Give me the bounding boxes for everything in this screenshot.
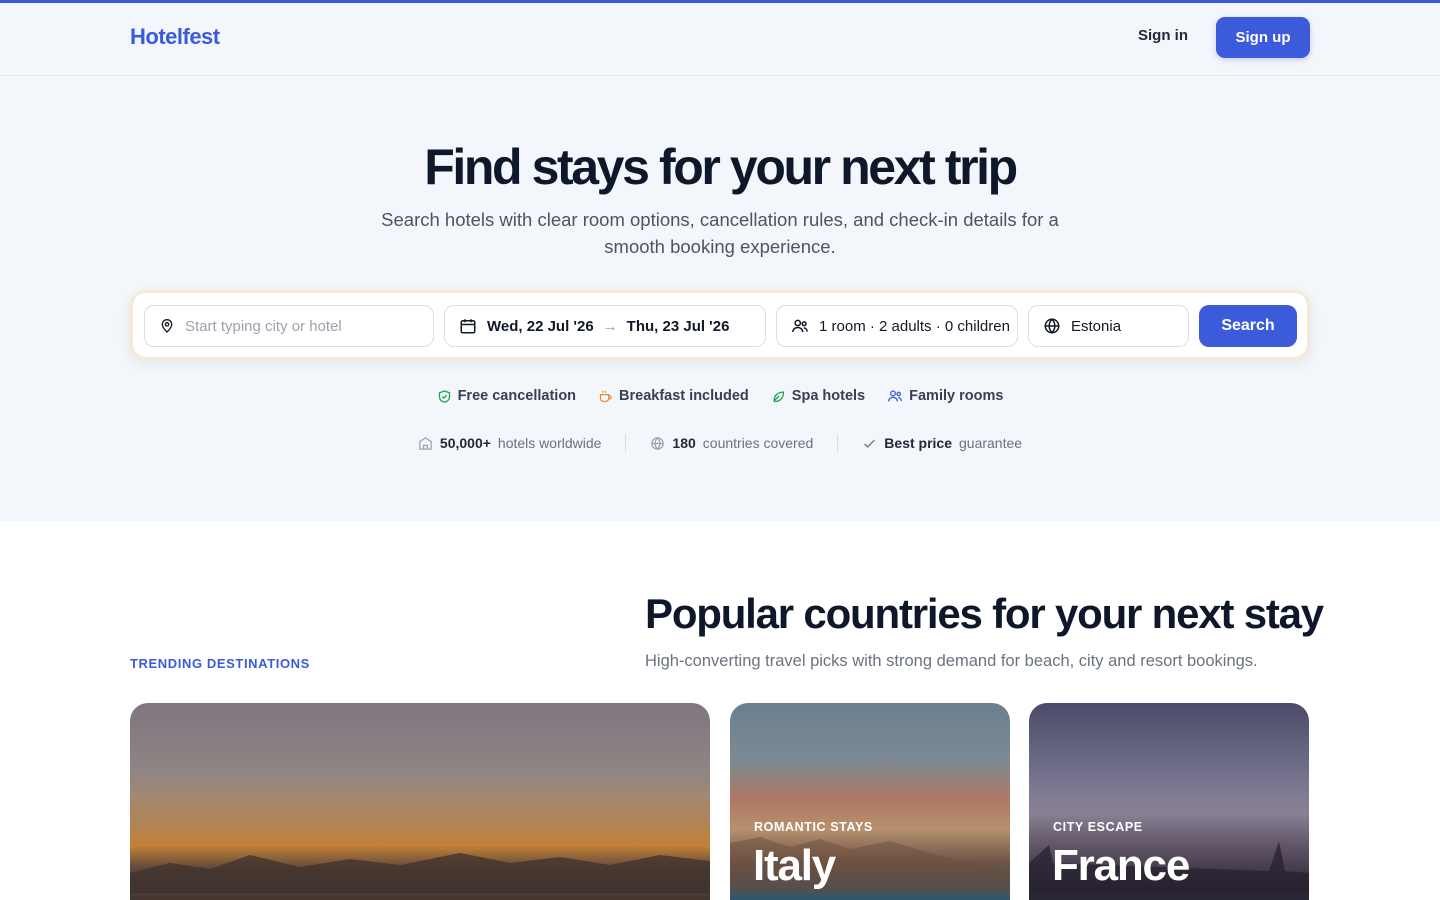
section-subtitle: High-converting travel picks with strong… bbox=[645, 652, 1258, 670]
users-icon bbox=[792, 319, 808, 333]
stat-value: Best price bbox=[884, 435, 952, 451]
logo[interactable]: Hotelfest bbox=[130, 24, 220, 50]
calendar-icon bbox=[460, 319, 476, 334]
shield-check-icon bbox=[438, 389, 450, 403]
globe-icon bbox=[651, 436, 665, 450]
filter-label: Spa hotels bbox=[791, 388, 866, 404]
search-bar: Wed, 22 Jul '26 → Thu, 23 Jul '26 1 room… bbox=[130, 290, 1310, 360]
sign-up-button[interactable]: Sign up bbox=[1216, 17, 1310, 58]
destination-input[interactable] bbox=[185, 317, 415, 335]
map-pin-icon bbox=[161, 319, 173, 333]
guests-summary: 1 room · 2 adults · 0 children bbox=[819, 317, 1010, 335]
card-country-name: France bbox=[1052, 841, 1190, 890]
destination-field[interactable] bbox=[144, 305, 434, 347]
stat-text: countries covered bbox=[702, 435, 814, 451]
users-icon bbox=[888, 390, 903, 402]
filter-breakfast-included[interactable]: Breakfast included bbox=[598, 388, 749, 404]
country-value: Estonia bbox=[1071, 317, 1122, 335]
building-icon bbox=[419, 436, 432, 450]
filter-label: Breakfast included bbox=[619, 388, 749, 404]
arrow-right-icon: → bbox=[602, 317, 618, 335]
trust-stats: 50,000+ hotels worldwide 180 countries c… bbox=[0, 434, 1440, 452]
search-button[interactable]: Search bbox=[1199, 305, 1297, 347]
card-kicker: ROMANTIC STAYS bbox=[754, 820, 873, 834]
check-icon bbox=[864, 439, 876, 448]
leaf-icon bbox=[773, 390, 784, 402]
filter-label: Free cancellation bbox=[457, 388, 577, 404]
section-eyebrow: TRENDING DESTINATIONS bbox=[130, 656, 310, 671]
divider bbox=[837, 434, 839, 452]
divider bbox=[625, 434, 627, 452]
site-header: Hotelfest Sign in Sign up bbox=[0, 3, 1440, 76]
stat-text: hotels worldwide bbox=[497, 435, 602, 451]
destination-card-france[interactable]: CITY ESCAPE France bbox=[1029, 703, 1309, 900]
card-country-name: Italy bbox=[753, 841, 836, 890]
filter-family-rooms[interactable]: Family rooms bbox=[887, 388, 1003, 404]
hero-subtitle: Search hotels with clear room options, c… bbox=[381, 209, 1059, 257]
check-in-date: Wed, 22 Jul '26 bbox=[487, 317, 594, 335]
card-overlay bbox=[130, 703, 710, 900]
destination-card-featured[interactable] bbox=[130, 703, 710, 900]
stat-countries: 180 countries covered bbox=[650, 435, 813, 451]
page-title: Find stays for your next trip bbox=[424, 139, 1018, 195]
guests-field[interactable]: 1 room · 2 adults · 0 children bbox=[776, 305, 1018, 347]
destination-card-italy[interactable]: ROMANTIC STAYS Italy bbox=[730, 703, 1010, 900]
coffee-cup-icon bbox=[599, 390, 612, 402]
card-kicker: CITY ESCAPE bbox=[1053, 820, 1143, 834]
globe-icon bbox=[1044, 318, 1060, 334]
stat-best-price: Best price guarantee bbox=[862, 435, 1022, 451]
stat-text: guarantee bbox=[959, 435, 1023, 451]
stat-value: 50,000+ bbox=[439, 435, 491, 451]
quick-filters: Free cancellation Breakfast included Spa… bbox=[0, 388, 1440, 404]
check-out-date: Thu, 23 Jul '26 bbox=[626, 317, 730, 335]
stat-hotels: 50,000+ hotels worldwide bbox=[418, 435, 602, 451]
stat-value: 180 bbox=[672, 435, 696, 451]
filter-label: Family rooms bbox=[909, 388, 1004, 404]
sign-in-link[interactable]: Sign in bbox=[1138, 27, 1188, 44]
filter-spa-hotels[interactable]: Spa hotels bbox=[771, 388, 865, 404]
country-select[interactable]: Estonia bbox=[1028, 305, 1189, 347]
section-title: Popular countries for your next stay bbox=[645, 590, 1324, 637]
filter-free-cancellation[interactable]: Free cancellation bbox=[437, 388, 576, 404]
hero-section: Find stays for your next trip Search hot… bbox=[0, 76, 1440, 521]
date-range-field[interactable]: Wed, 22 Jul '26 → Thu, 23 Jul '26 bbox=[444, 305, 766, 347]
